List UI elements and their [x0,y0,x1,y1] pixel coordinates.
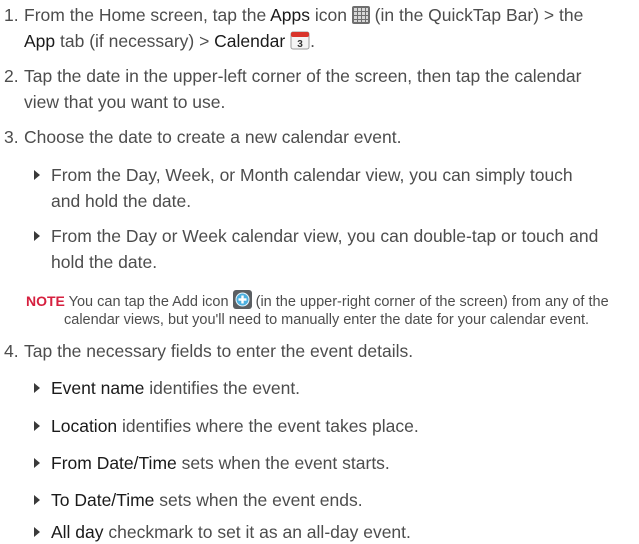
bullet-arrow-icon [34,495,40,505]
calendar-icon: 3 [290,30,310,56]
step-text: view that you want to use. [24,92,226,112]
bullet-text: All day checkmark to set it as an all-da… [51,520,411,544]
note-text: You can tap the Add icon [64,294,233,310]
bullet-arrow-icon [34,170,40,180]
step-number: 2. [4,66,19,86]
note-text: (in the upper-right corner of the screen… [251,294,609,310]
bullet-arrow-icon [34,231,40,241]
bullet-text: Location identifies where the event take… [51,414,419,438]
note-label: NOTE [26,293,65,309]
bullet-text: and hold the date. [51,191,192,211]
step-number: 4. [4,341,19,361]
field-description: identifies where the event takes place. [117,416,419,436]
field-description: sets when the event ends. [154,490,363,510]
field-term: Event name [51,378,145,398]
bullet-arrow-icon [34,527,40,537]
note-line: calendar views, but you'll need to manua… [64,312,590,328]
bullet-text: From the Day or Week calendar view, you … [51,226,599,246]
step-number: 3. [4,127,19,147]
bullet-text: hold the date. [51,252,158,272]
bullet-text: From the Day, Week, or Month calendar vi… [51,165,573,185]
app-tab-term: App [24,31,56,51]
bullet-arrow-icon [34,458,40,468]
step-text: Tap the necessary fields to enter the ev… [24,341,414,361]
field-description: checkmark to set it as an all-day event. [103,522,411,542]
field-term: All day [51,522,104,542]
calendar-term: Calendar [214,31,286,51]
field-description: sets when the event starts. [176,453,390,473]
apps-term: Apps [270,5,310,25]
bullet-text: From Date/Time sets when the event start… [51,451,390,475]
apps-grid-icon [351,6,370,30]
step-text: Choose the date to create a new calendar… [24,127,402,147]
field-term: Location [51,416,118,436]
field-description: identifies the event. [144,378,301,398]
step-text: App tab (if necessary) > Calendar 3 . [24,29,315,56]
field-term: To Date/Time [51,490,155,510]
field-term: From Date/Time [51,453,177,473]
step-number: 1. [4,5,19,25]
step-text: From the Home screen, tap the Apps icon … [24,3,583,30]
step-text-part: icon [309,5,352,25]
step-text-part: tab (if necessary) > [55,31,215,51]
bullet-text: To Date/Time sets when the event ends. [51,488,363,512]
bullet-text: Event name identifies the event. [51,376,300,400]
step-text-part: From the Home screen, tap the [24,5,271,25]
bullet-arrow-icon [34,383,40,393]
step-text-part: (in the QuickTap Bar) > the [369,5,584,25]
bullet-arrow-icon [34,421,40,431]
svg-text:3: 3 [297,39,303,50]
step-text: Tap the date in the upper-left corner of… [24,66,582,86]
step-text-part: . [310,31,315,51]
